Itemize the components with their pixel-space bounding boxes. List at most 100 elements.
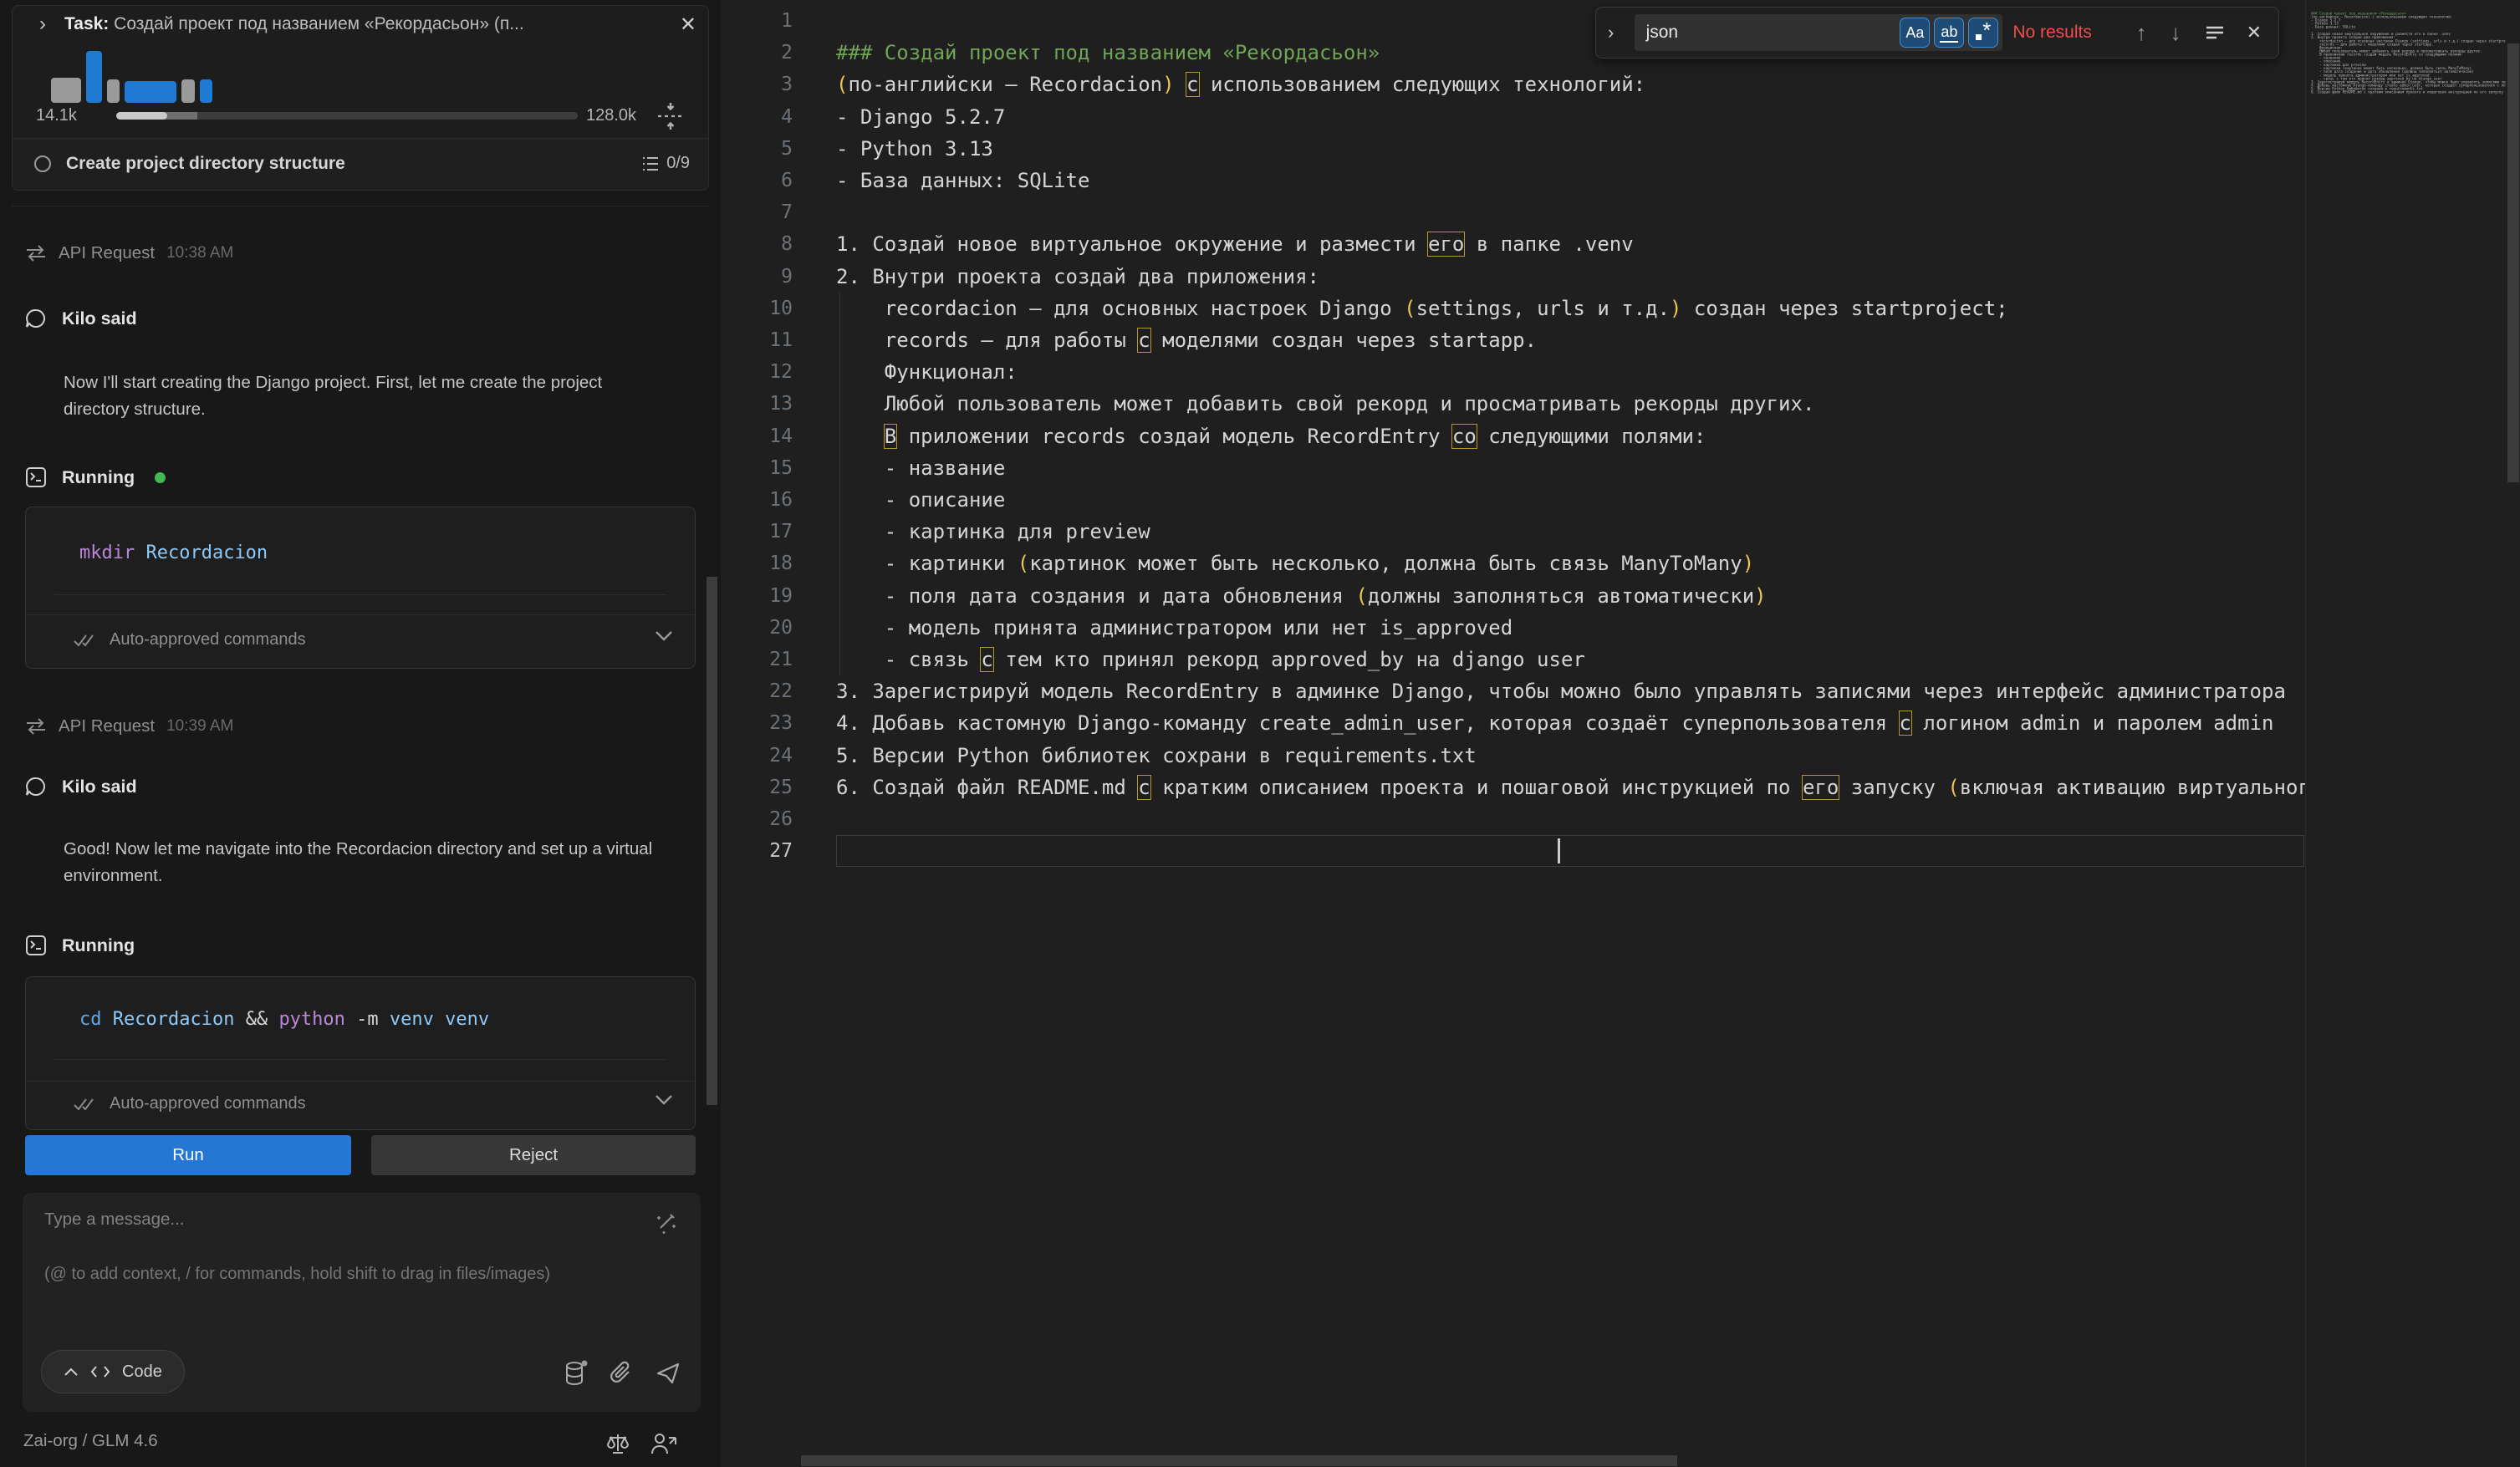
find-input[interactable]: json Aa ab * — [1635, 14, 2003, 51]
regex-toggle[interactable]: * — [1968, 18, 1998, 48]
code-editor[interactable]: 1234567891011121314151617181920212223242… — [721, 0, 2520, 1467]
message-header: Kilo said — [25, 308, 137, 329]
command-card: mkdir Recordacion Auto-approved commands — [25, 507, 696, 669]
command-text[interactable]: cd Recordacion && python -m venv venv — [79, 1009, 489, 1030]
code-line: Функционал: — [836, 356, 2305, 388]
tokens-total: 128.0k — [586, 106, 636, 125]
running-label: Running — [62, 467, 135, 488]
code-text — [836, 425, 885, 448]
horizontal-scrollbar-slider[interactable] — [801, 1455, 1677, 1466]
command-segment: python — [278, 1009, 344, 1030]
running-header: Running — [25, 466, 166, 488]
whole-word-toggle[interactable]: ab — [1934, 18, 1964, 48]
line-number: 23 — [726, 707, 793, 739]
line-number: 7 — [726, 196, 793, 228]
code-line: - поля дата создания и дата обновления (… — [836, 580, 2305, 612]
running-header: Running — [25, 935, 135, 956]
caret-up-icon — [64, 1367, 79, 1377]
task-title: Task: Создай проект под названием «Рекор… — [64, 14, 675, 34]
todo-count: 0/9 — [641, 154, 690, 173]
enhance-prompt-icon[interactable] — [654, 1211, 677, 1235]
model-label[interactable]: Zai-org / GLM 4.6 — [23, 1431, 158, 1450]
message-composer[interactable]: Type a message... (@ to add context, / f… — [23, 1193, 701, 1412]
close-icon[interactable]: ✕ — [680, 13, 696, 37]
chevron-right-icon[interactable]: › — [39, 13, 46, 36]
condense-context-icon[interactable] — [656, 101, 685, 131]
mode-selector[interactable]: Code — [41, 1350, 185, 1393]
code-text: создан через startproject; — [1681, 297, 2007, 320]
context-progress-bar[interactable] — [116, 112, 578, 120]
vertical-scrollbar[interactable] — [2507, 0, 2520, 1467]
context-usage-icon[interactable] — [564, 1360, 589, 1387]
mode-label: Code — [122, 1363, 162, 1382]
send-icon[interactable] — [656, 1362, 681, 1385]
text-cursor — [1558, 838, 1560, 863]
code-text: - поля дата создания и дата обновления — [836, 584, 1355, 608]
code-text: - Django 5.2.7 — [836, 105, 1005, 129]
line-number: 26 — [726, 803, 793, 835]
code-text: records — для работы — [836, 329, 1138, 352]
code-line: - Django 5.2.7 — [836, 101, 2305, 133]
composer-placeholder: Type a message... — [44, 1210, 185, 1230]
code-text: 2. Внутри проекта создай два приложения: — [836, 265, 1319, 288]
reject-button[interactable]: Reject — [371, 1135, 696, 1175]
code-text: в папке .venv — [1464, 232, 1633, 256]
share-profile-icon[interactable] — [650, 1431, 677, 1456]
code-text: - связь — [836, 648, 981, 671]
message-body: Good! Now let me navigate into the Recor… — [64, 836, 657, 889]
editor-content[interactable]: ### Создай проект под названием «Рекорда… — [836, 0, 2305, 1467]
api-request-label: API Request — [59, 243, 155, 263]
line-number: 27 — [726, 835, 793, 867]
line-number: 13 — [726, 388, 793, 420]
match-case-toggle[interactable]: Aa — [1900, 18, 1930, 48]
vertical-scrollbar-slider[interactable] — [2507, 43, 2519, 482]
usage-bar — [86, 51, 102, 103]
find-status: No results — [2012, 23, 2119, 43]
code-text: кратким описанием проекта и пошаговой ин… — [1150, 776, 1803, 799]
code-text: 5. Версии Python библиотек сохрани в req… — [836, 744, 1477, 767]
code-text: ) — [1742, 552, 1754, 575]
minimap-line: 6. Создай файл README.md с кратким описа… — [2311, 90, 2506, 94]
find-close-icon[interactable]: ✕ — [2242, 22, 2267, 43]
speech-bubble-icon — [25, 308, 47, 329]
sidebar-scrollbar[interactable] — [707, 577, 717, 1105]
attach-file-icon[interactable] — [610, 1361, 634, 1386]
code-text: ### Создай проект под названием «Рекорда… — [836, 41, 1380, 64]
find-collapse-icon[interactable]: › — [1608, 22, 1625, 43]
code-text: ) — [1754, 584, 1766, 608]
code-line: Любой пользователь может добавить свой р… — [836, 388, 2305, 420]
find-previous-icon[interactable]: ↑ — [2130, 20, 2154, 46]
code-text: приложении records создай модель RecordE… — [896, 425, 1452, 448]
command-segment: Recordacion — [135, 542, 268, 563]
line-number: 2 — [726, 37, 793, 69]
code-text: recordacion — для основных настроек Djan… — [836, 297, 1404, 320]
find-next-icon[interactable]: ↓ — [2164, 20, 2188, 46]
code-text: 6. Создай файл README.md — [836, 776, 1138, 799]
scales-icon[interactable] — [605, 1431, 630, 1456]
code-text: ( — [1355, 584, 1367, 608]
auto-approved-row[interactable]: Auto-approved commands — [26, 614, 695, 668]
auto-approved-row[interactable]: Auto-approved commands — [26, 1081, 695, 1129]
line-number: 16 — [726, 484, 793, 516]
chevron-down-icon[interactable] — [655, 630, 673, 642]
code-text: включая активацию виртуального окружения… — [1960, 776, 2305, 799]
find-in-selection-icon[interactable] — [2198, 25, 2232, 40]
code-text: ( — [836, 73, 848, 96]
chevron-down-icon[interactable] — [655, 1094, 673, 1106]
command-text[interactable]: mkdir Recordacion — [79, 542, 268, 563]
code-line: 2. Внутри проекта создай два приложения: — [836, 261, 2305, 293]
auto-approved-label: Auto-approved commands — [110, 1094, 306, 1113]
run-button[interactable]: Run — [25, 1135, 351, 1175]
minimap[interactable]: ### Создай проект под названием «Рекорда… — [2305, 0, 2506, 1467]
line-number: 14 — [726, 420, 793, 452]
horizontal-scrollbar[interactable] — [801, 1454, 2306, 1467]
command-card: cd Recordacion && python -m venv venv Au… — [25, 976, 696, 1130]
code-text: - картинка для preview — [836, 520, 1150, 543]
usage-bar — [200, 79, 212, 103]
todo-row[interactable]: Create project directory structure 0/9 — [13, 138, 708, 190]
line-number: 8 — [726, 228, 793, 260]
code-text: следующими полями: — [1477, 425, 1706, 448]
task-header[interactable]: › Task: Создай проект под названием «Рек… — [13, 6, 708, 43]
task-title-text: Создай проект под названием «Рекордасьон… — [109, 14, 523, 33]
code-text: - название — [836, 456, 1005, 480]
